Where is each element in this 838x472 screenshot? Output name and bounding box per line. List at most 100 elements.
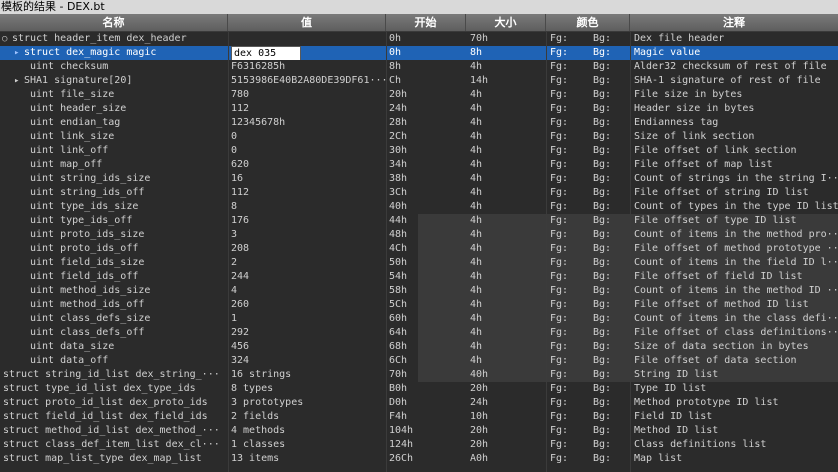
tree-row[interactable]: struct string_id_list dex_string_··· 16 s… [0,368,838,382]
tree-row[interactable]: struct proto_id_list dex_proto_ids 3 prot… [0,396,838,410]
row-fg-color[interactable]: Fg: [546,340,592,354]
row-bg-color[interactable]: Bg: [592,340,630,354]
tree-row[interactable]: ○ struct header_item dex_header 0h 70h Fg: Bg… [0,32,838,46]
row-bg-color[interactable]: Bg: [592,186,630,200]
row-bg-color[interactable]: Bg: [592,410,630,424]
tree-row[interactable]: uint header_size 112 24h 4h Fg: Bg: Header siz… [0,102,838,116]
row-bg-color[interactable]: Bg: [592,298,630,312]
row-fg-color[interactable]: Fg: [546,172,592,186]
row-fg-color[interactable]: Fg: [546,438,592,452]
tree-row[interactable]: uint method_ids_off 260 5Ch 4h Fg: Bg: File of… [0,298,838,312]
tree-row[interactable]: uint link_size 0 2Ch 4h Fg: Bg: Size of link s… [0,130,838,144]
row-bg-color[interactable]: Bg: [592,424,630,438]
row-fg-color[interactable]: Fg: [546,32,592,46]
tree-row[interactable]: uint type_ids_off 176 44h 4h Fg: Bg: File offs… [0,214,838,228]
tree-row[interactable]: uint field_ids_off 244 54h 4h Fg: Bg: File off… [0,270,838,284]
row-fg-color[interactable]: Fg: [546,186,592,200]
tree-row[interactable]: uint string_ids_off 112 3Ch 4h Fg: Bg: File of… [0,186,838,200]
row-fg-color[interactable]: Fg: [546,256,592,270]
row-fg-color[interactable]: Fg: [546,242,592,256]
row-bg-color[interactable]: Bg: [592,158,630,172]
row-fg-color[interactable]: Fg: [546,424,592,438]
row-fg-color[interactable]: Fg: [546,116,592,130]
value-edit-field[interactable]: dex 035 [231,46,302,60]
tree-row[interactable]: uint type_ids_size 8 40h 4h Fg: Bg: Count of t… [0,200,838,214]
expand-array-icon[interactable]: ▸ [14,74,24,88]
tree-row[interactable]: uint proto_ids_size 3 48h 4h Fg: Bg: Count of … [0,228,838,242]
row-fg-color[interactable]: Fg: [546,284,592,298]
row-fg-color[interactable]: Fg: [546,298,592,312]
column-header-color[interactable]: 颜色 [546,14,630,31]
row-fg-color[interactable]: Fg: [546,396,592,410]
row-bg-color[interactable]: Bg: [592,214,630,228]
row-bg-color[interactable]: Bg: [592,116,630,130]
tree-row[interactable]: struct map_list_type dex_map_list 13 item… [0,452,838,466]
row-fg-color[interactable]: Fg: [546,60,592,74]
tree-row[interactable]: uint method_ids_size 4 58h 4h Fg: Bg: Count of… [0,284,838,298]
row-bg-color[interactable]: Bg: [592,382,630,396]
row-bg-color[interactable]: Bg: [592,438,630,452]
row-fg-color[interactable]: Fg: [546,452,592,466]
row-bg-color[interactable]: Bg: [592,354,630,368]
row-fg-color[interactable]: Fg: [546,158,592,172]
tree-row[interactable]: uint class_defs_off 292 64h 4h Fg: Bg: File of… [0,326,838,340]
row-bg-color[interactable]: Bg: [592,256,630,270]
row-fg-color[interactable]: Fg: [546,410,592,424]
row-bg-color[interactable]: Bg: [592,32,630,46]
row-bg-color[interactable]: Bg: [592,88,630,102]
row-bg-color[interactable]: Bg: [592,172,630,186]
selected-row-arrow-icon[interactable]: ▸ [14,46,24,60]
row-bg-color[interactable]: Bg: [592,326,630,340]
row-fg-color[interactable]: Fg: [546,200,592,214]
tree-row[interactable]: uint class_defs_size 1 60h 4h Fg: Bg: Count of… [0,312,838,326]
tree-row[interactable]: ▸ SHA1 signature[20] 5153986E40B2A80DE39DF… [0,74,838,88]
tree-row[interactable]: struct class_def_item_list dex_cl··· 1 cl… [0,438,838,452]
row-value[interactable]: dex 035 [228,46,386,60]
row-bg-color[interactable]: Bg: [592,102,630,116]
row-bg-color[interactable]: Bg: [592,228,630,242]
tree-row[interactable]: struct type_id_list dex_type_ids 8 types B… [0,382,838,396]
row-bg-color[interactable]: Bg: [592,270,630,284]
row-bg-color[interactable]: Bg: [592,200,630,214]
tree-row[interactable]: uint link_off 0 30h 4h Fg: Bg: File offset of … [0,144,838,158]
tree-row[interactable]: uint proto_ids_off 208 4Ch 4h Fg: Bg: File off… [0,242,838,256]
row-fg-color[interactable]: Fg: [546,326,592,340]
column-header-name[interactable]: 名称 [0,14,228,31]
row-fg-color[interactable]: Fg: [546,88,592,102]
row-bg-color[interactable]: Bg: [592,60,630,74]
row-bg-color[interactable]: Bg: [592,130,630,144]
tree-row[interactable]: uint map_off 620 34h 4h Fg: Bg: File offset of… [0,158,838,172]
row-bg-color[interactable]: Bg: [592,242,630,256]
row-fg-color[interactable]: Fg: [546,228,592,242]
tree-row[interactable]: struct method_id_list dex_method_··· 4 me… [0,424,838,438]
tree-row[interactable]: uint data_off 324 6Ch 4h Fg: Bg: File offset o… [0,354,838,368]
tree-row[interactable]: uint string_ids_size 16 38h 4h Fg: Bg: Count o… [0,172,838,186]
tree-row[interactable]: uint field_ids_size 2 50h 4h Fg: Bg: Count of … [0,256,838,270]
row-bg-color[interactable]: Bg: [592,452,630,466]
row-fg-color[interactable]: Fg: [546,382,592,396]
row-bg-color[interactable]: Bg: [592,312,630,326]
tree-row[interactable]: uint endian_tag 12345678h 28h 4h Fg: Bg: Endia… [0,116,838,130]
tree-row[interactable]: uint data_size 456 68h 4h Fg: Bg: Size of data… [0,340,838,354]
row-fg-color[interactable]: Fg: [546,354,592,368]
row-bg-color[interactable]: Bg: [592,46,630,60]
row-fg-color[interactable]: Fg: [546,130,592,144]
row-fg-color[interactable]: Fg: [546,312,592,326]
column-header-start[interactable]: 开始 [386,14,466,31]
tree-row[interactable]: uint file_size 780 20h 4h Fg: Bg: File size in… [0,88,838,102]
tree-row[interactable]: ▸ struct dex_magic magic dex 035 0h 8h Fg: Bg:… [0,46,838,60]
column-header-size[interactable]: 大小 [466,14,546,31]
row-fg-color[interactable]: Fg: [546,46,592,60]
tree-row[interactable]: uint checksum F6316285h 8h 4h Fg: Bg: Alder32 … [0,60,838,74]
row-fg-color[interactable]: Fg: [546,214,592,228]
row-bg-color[interactable]: Bg: [592,396,630,410]
column-header-comment[interactable]: 注释 [630,14,838,31]
column-header-value[interactable]: 值 [228,14,386,31]
row-bg-color[interactable]: Bg: [592,74,630,88]
row-fg-color[interactable]: Fg: [546,74,592,88]
tree-row[interactable]: struct field_id_list dex_field_ids 2 fiel… [0,410,838,424]
row-bg-color[interactable]: Bg: [592,368,630,382]
row-bg-color[interactable]: Bg: [592,284,630,298]
row-bg-color[interactable]: Bg: [592,144,630,158]
row-fg-color[interactable]: Fg: [546,270,592,284]
